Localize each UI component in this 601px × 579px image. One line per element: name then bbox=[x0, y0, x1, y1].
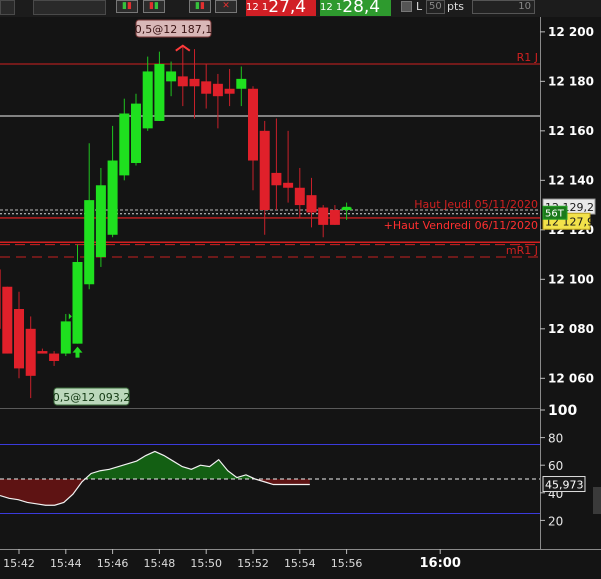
candle-body[interactable] bbox=[283, 182, 294, 188]
time-axis-label: 15:42 bbox=[3, 557, 35, 570]
low-callout-text: 0,5@12 093,2 bbox=[53, 391, 130, 404]
time-axis-label: 15:56 bbox=[331, 557, 363, 570]
low-callout: 0,5@12 093,2 bbox=[53, 387, 130, 406]
chart-canvas[interactable]: R1 J mR1 J Haut Jeudi 05/11/2020 +Haut Vend… bbox=[0, 0, 601, 579]
candle-body[interactable] bbox=[107, 160, 118, 235]
high-callout-text: 0,5@12 187,1 bbox=[135, 23, 212, 36]
candle-body[interactable] bbox=[131, 103, 141, 164]
candle-body[interactable] bbox=[119, 113, 130, 176]
candle-body[interactable] bbox=[95, 185, 106, 258]
candle-body[interactable] bbox=[306, 195, 317, 213]
osc-axis-label: 20 bbox=[548, 514, 563, 528]
price-axis-label: 12 100 bbox=[548, 272, 594, 286]
osc-axis-label: 80 bbox=[548, 432, 563, 446]
osc-axis-label: 100 bbox=[548, 403, 577, 419]
time-axis-label: 15:46 bbox=[97, 557, 129, 570]
candle-body[interactable] bbox=[271, 172, 282, 186]
candle-body[interactable] bbox=[329, 210, 340, 225]
high-callout: 0,5@12 187,1 bbox=[135, 19, 212, 38]
price-pane-bg bbox=[0, 17, 541, 409]
candle-body[interactable] bbox=[236, 78, 247, 89]
candle-body[interactable] bbox=[2, 286, 13, 354]
time-axis-label: 15:44 bbox=[50, 557, 82, 570]
candle-body[interactable] bbox=[224, 88, 235, 94]
mr1-label: mR1 J bbox=[506, 244, 538, 257]
time-axis-label: 15:52 bbox=[237, 557, 269, 570]
candle-body[interactable] bbox=[189, 78, 200, 87]
candle-body[interactable] bbox=[318, 207, 329, 225]
volume-tag: 56T bbox=[545, 208, 565, 219]
candle-body[interactable] bbox=[0, 269, 1, 329]
price-axis-label: 12 200 bbox=[548, 25, 594, 39]
candle-body[interactable] bbox=[166, 71, 177, 82]
time-axis-label: 16:00 bbox=[420, 556, 461, 571]
osc-value-tag: 45,973 bbox=[545, 479, 584, 492]
haut-vendredi-label: +Haut Vendredi 06/11/2020 bbox=[384, 219, 538, 232]
trading-chart-window: ▮▮ ▮▮ ▮▮ ✕ 12 127,4 12 128,4 L 50 pts 10… bbox=[0, 0, 601, 579]
haut-jeudi-label: Haut Jeudi 05/11/2020 bbox=[414, 198, 538, 211]
price-axis-label: 12 180 bbox=[548, 74, 594, 88]
candle-body[interactable] bbox=[201, 81, 212, 94]
price-axis-label: 12 080 bbox=[548, 322, 594, 336]
candle-body[interactable] bbox=[25, 328, 36, 376]
candle-body[interactable] bbox=[49, 353, 60, 361]
candle-body[interactable] bbox=[248, 88, 258, 161]
r1-label: R1 J bbox=[517, 51, 538, 64]
candle-body[interactable] bbox=[72, 261, 83, 344]
candle-body[interactable] bbox=[84, 200, 95, 285]
time-axis-label: 15:48 bbox=[144, 557, 176, 570]
candle-body[interactable] bbox=[212, 83, 223, 97]
price-axis-label: 12 060 bbox=[548, 371, 594, 385]
candle-body[interactable] bbox=[177, 76, 188, 87]
time-axis-label: 15:50 bbox=[190, 557, 222, 570]
candle-body[interactable] bbox=[294, 187, 305, 206]
candle-body[interactable] bbox=[14, 309, 24, 369]
candle-body[interactable] bbox=[37, 351, 48, 354]
candle-body[interactable] bbox=[154, 64, 165, 121]
candle-body[interactable] bbox=[259, 130, 270, 211]
time-axis-label: 15:54 bbox=[284, 557, 316, 570]
price-axis-label: 12 140 bbox=[548, 173, 594, 187]
price-axis-label: 12 160 bbox=[548, 124, 594, 138]
candle-body[interactable] bbox=[60, 321, 71, 354]
scroll-handle[interactable] bbox=[593, 487, 601, 514]
osc-axis-label: 60 bbox=[548, 459, 563, 473]
candle-body[interactable] bbox=[142, 71, 153, 129]
